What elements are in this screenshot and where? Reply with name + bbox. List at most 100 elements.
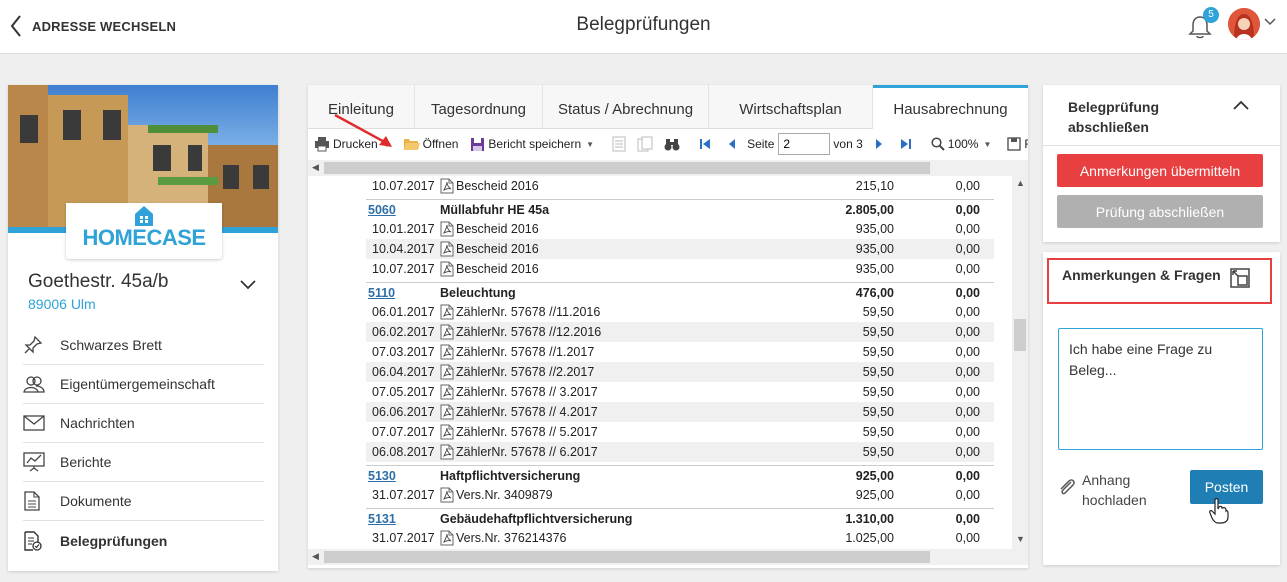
chevron-up-icon[interactable] (1233, 100, 1249, 110)
sidebar-item-belegpruefungen[interactable]: Belegprüfungen (23, 521, 264, 560)
scrollbar-thumb[interactable] (1014, 319, 1026, 351)
item-date: 06.04.2017 (372, 365, 435, 379)
item-description: Bescheid 2016 (440, 176, 539, 196)
next-page-button[interactable] (875, 138, 886, 150)
amount-value: 59,50 (862, 365, 894, 379)
pdf-document-icon[interactable] (440, 384, 454, 400)
tab-bar: Einleitung Tagesordnung Status / Abrechn… (308, 85, 1028, 129)
chart-icon (23, 452, 45, 472)
envelope-icon (23, 415, 45, 431)
pdf-document-icon[interactable] (440, 424, 454, 440)
amount-value: 59,50 (862, 405, 894, 419)
property-city: 89006 Ulm (28, 296, 96, 312)
open-button[interactable]: Öffnen (403, 137, 459, 151)
open-value: 0,00 (955, 222, 980, 236)
item-description-text: ZählerNr. 57678 //12.2016 (456, 325, 602, 339)
horizontal-scrollbar-bottom[interactable]: ◀ (308, 549, 1028, 565)
item-description-text: Bescheid 2016 (456, 179, 539, 193)
amount-value: 59,50 (862, 305, 894, 319)
tab-tagesordnung[interactable]: Tagesordnung (415, 85, 543, 129)
pdf-document-icon[interactable] (440, 364, 454, 380)
item-description: Bescheid 2016 (440, 259, 539, 279)
open-label: Öffnen (422, 137, 459, 151)
submit-notes-button[interactable]: Anmerkungen übermitteln (1057, 154, 1263, 187)
notifications-button[interactable]: 5 (1188, 7, 1219, 41)
amount-value: 476,00 (855, 286, 894, 300)
scroll-left-icon[interactable]: ◀ (312, 162, 319, 173)
open-value: 0,00 (955, 179, 980, 193)
pdf-document-icon[interactable] (440, 487, 454, 503)
binoculars-icon (664, 139, 680, 151)
account-code-link[interactable]: 5131 (368, 509, 396, 529)
report-group-row: 5130 Haftpflichtversicherung 925,00 0,00 (366, 465, 994, 485)
open-value: 0,00 (955, 469, 980, 483)
scrollbar-thumb[interactable] (324, 551, 930, 563)
item-description-text: ZählerNr. 57678 //1.2017 (456, 345, 595, 359)
pdf-document-icon[interactable] (440, 221, 454, 237)
single-page-button[interactable] (612, 136, 629, 152)
group-description: Beleuchtung (440, 286, 516, 300)
pdf-document-icon[interactable] (440, 530, 454, 546)
scrollbar-thumb[interactable] (324, 162, 930, 174)
sidebar-item-eigentuemergemeinschaft[interactable]: Eigentümergemeinschaft (23, 365, 264, 404)
item-date: 07.05.2017 (372, 385, 435, 399)
print-button[interactable]: Drucken ▼ (314, 136, 391, 152)
report-item-row: 31.07.2017 Vers.Nr. 3409879 925,00 0,00 (366, 485, 994, 505)
open-value: 0,00 (955, 445, 980, 459)
prev-page-button[interactable] (728, 138, 739, 150)
open-value: 0,00 (955, 385, 980, 399)
users-icon (23, 376, 45, 393)
avatar-image (1228, 8, 1260, 40)
last-page-button[interactable] (900, 138, 915, 150)
account-code-link[interactable]: 5060 (368, 200, 396, 220)
report-item-row: 31.07.2017 Vers.Nr. 376214376 1.025,00 0,00 (366, 528, 994, 548)
multi-page-button[interactable] (637, 136, 656, 152)
pdf-document-icon[interactable] (440, 241, 454, 257)
dropdown-arrow-icon: ▼ (382, 139, 391, 149)
save-report-button[interactable]: Bericht speichern ▼ (470, 137, 594, 152)
avatar[interactable] (1228, 8, 1260, 40)
pdf-document-icon[interactable] (440, 178, 454, 194)
amount-value: 59,50 (862, 445, 894, 459)
pdf-document-icon[interactable] (440, 261, 454, 277)
horizontal-scrollbar-top[interactable]: ◀ (308, 160, 1028, 176)
item-description-text: Bescheid 2016 (456, 242, 539, 256)
scroll-left-icon[interactable]: ◀ (312, 551, 319, 562)
tab-status-abrechnung[interactable]: Status / Abrechnung (543, 85, 709, 129)
dropdown-arrow-icon: ▼ (983, 139, 992, 149)
page-number-input[interactable] (778, 133, 831, 155)
item-date: 31.07.2017 (372, 531, 435, 545)
tab-hausabrechnung[interactable]: Hausabrechnung (873, 85, 1028, 129)
zoom-select[interactable]: 100% ▼ (931, 137, 992, 151)
item-date: 06.08.2017 (372, 445, 435, 459)
vertical-scrollbar[interactable]: ▲ ▼ (1012, 176, 1028, 549)
scroll-up-icon[interactable]: ▲ (1016, 178, 1025, 188)
notes-textarea[interactable]: Ich habe eine Frage zu Beleg... (1058, 328, 1263, 450)
item-date: 10.07.2017 (372, 262, 435, 276)
page-count: von 3 (833, 137, 863, 151)
pdf-document-icon[interactable] (440, 324, 454, 340)
chevron-down-icon[interactable] (1264, 18, 1276, 26)
first-page-button[interactable] (699, 138, 714, 150)
format-button[interactable]: Fo (1007, 137, 1028, 151)
upload-attachment-button[interactable]: Anhang hochladen (1058, 470, 1162, 510)
expand-icon[interactable] (1230, 268, 1250, 288)
pdf-document-icon[interactable] (440, 444, 454, 460)
account-code-link[interactable]: 5130 (368, 466, 396, 486)
hand-cursor-icon (1209, 498, 1229, 524)
pdf-document-icon[interactable] (440, 344, 454, 360)
tab-wirtschaftsplan[interactable]: Wirtschaftsplan (709, 85, 873, 129)
sidebar-item-schwarzes-brett[interactable]: Schwarzes Brett (23, 326, 264, 365)
sidebar-item-berichte[interactable]: Berichte (23, 443, 264, 482)
chevron-down-icon[interactable] (240, 280, 256, 290)
find-button[interactable] (664, 137, 683, 151)
tab-einleitung[interactable]: Einleitung (308, 85, 415, 129)
pdf-document-icon[interactable] (440, 304, 454, 320)
sidebar-item-dokumente[interactable]: Dokumente (23, 482, 264, 521)
sidebar-item-nachrichten[interactable]: Nachrichten (23, 404, 264, 443)
item-description-text: ZählerNr. 57678 // 6.2017 (456, 445, 598, 459)
finish-review-button[interactable]: Prüfung abschließen (1057, 195, 1263, 228)
account-code-link[interactable]: 5110 (368, 283, 395, 303)
scroll-down-icon[interactable]: ▼ (1016, 534, 1025, 544)
pdf-document-icon[interactable] (440, 404, 454, 420)
